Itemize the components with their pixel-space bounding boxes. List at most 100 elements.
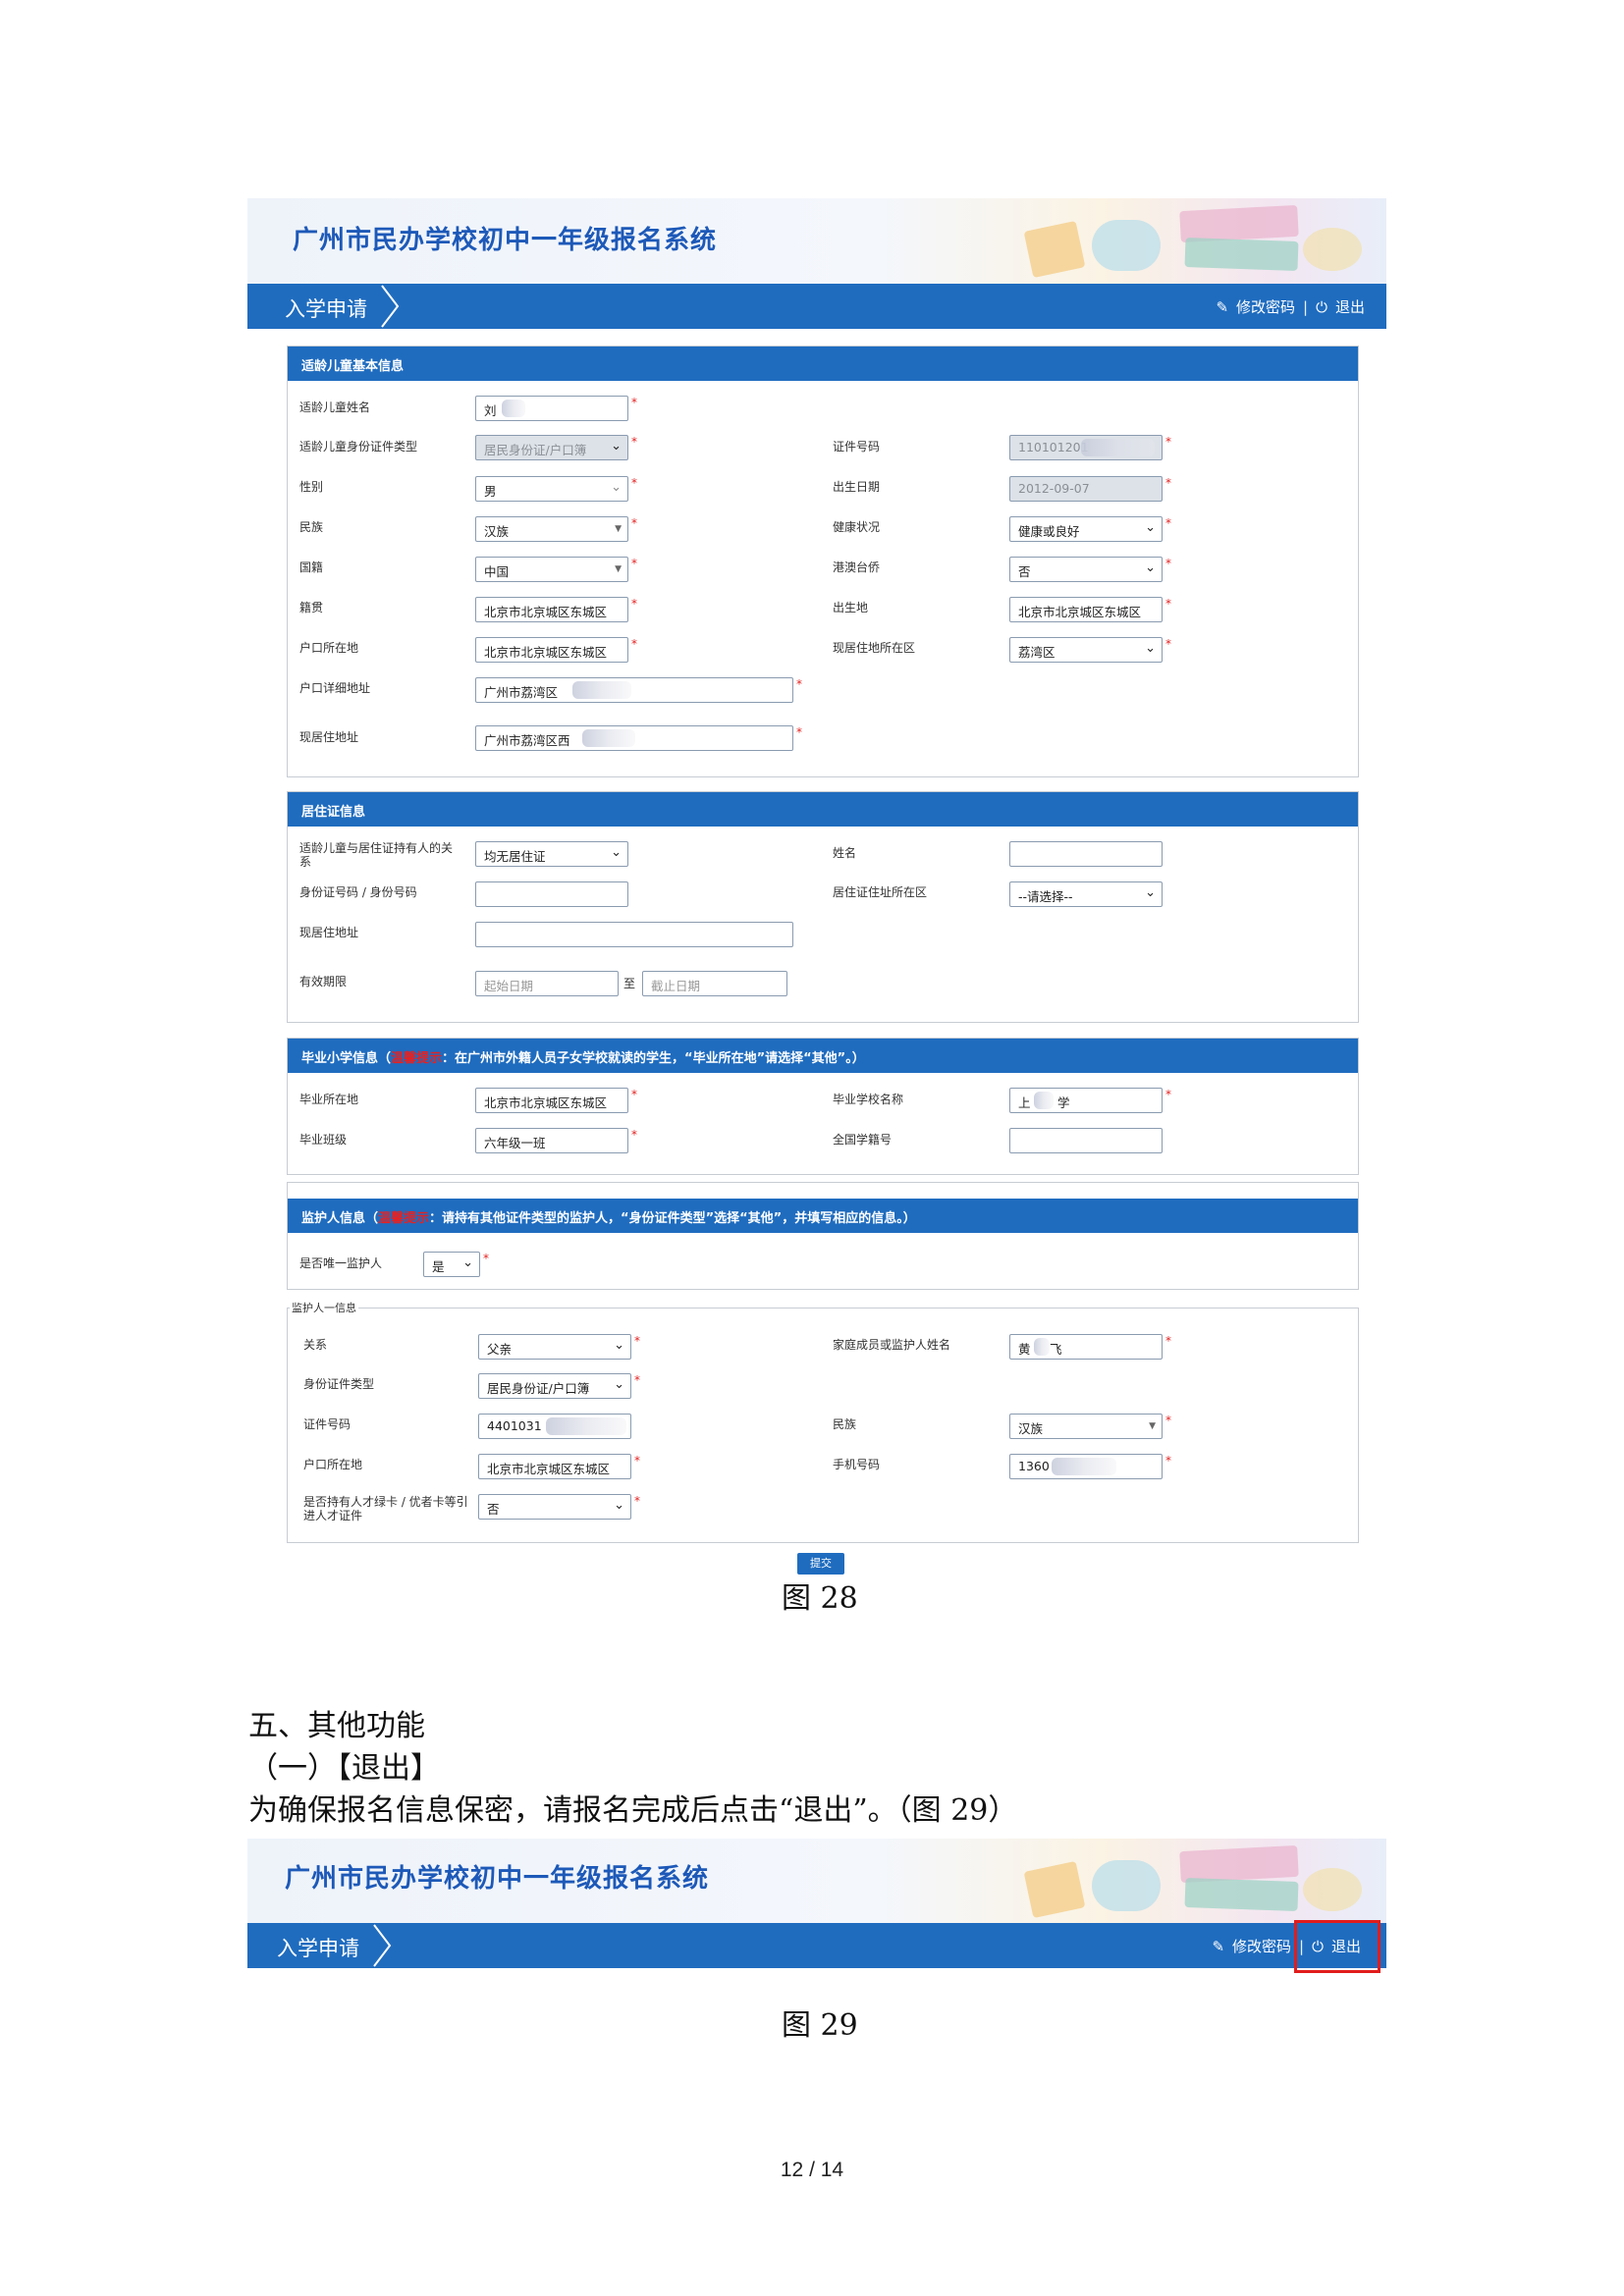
- navbar-2: 入学申请 ✎ 修改密码 | ⏻ 退出: [247, 1923, 1386, 1968]
- birth-date-label: 出生日期: [833, 480, 881, 494]
- guardian-info-header: 监护人信息（温馨提示：请持有其他证件类型的监护人，“身份证件类型”选择“其他”，…: [288, 1199, 1358, 1233]
- student-no-label: 全国学籍号: [833, 1133, 893, 1147]
- permit-district-select[interactable]: --请选择-- ⌄: [1009, 881, 1163, 907]
- guardian-one-group: 监护人一信息 关系 父亲 ⌄ * 家庭成员或监护人姓名 黄飞 * 身份证件类型 居…: [287, 1300, 1359, 1543]
- pencil-icon: ✎: [1212, 1937, 1225, 1955]
- chevron-right-icon: [381, 285, 400, 328]
- residence-district-select[interactable]: 荔湾区 ⌄: [1009, 637, 1163, 663]
- permit-address-label: 现居住地址: [299, 926, 359, 939]
- permit-address-input[interactable]: [475, 922, 793, 947]
- grad-class-label: 毕业班级: [299, 1133, 348, 1147]
- grad-location-input[interactable]: 北京市北京城区东城区: [475, 1088, 628, 1113]
- permit-id-input[interactable]: [475, 881, 628, 907]
- residence-address-input[interactable]: 广州市荔湾区西: [475, 725, 793, 751]
- screenshot-fig29: 广州市民办学校初中一年级报名系统 入学申请 ✎ 修改密码 | ⏻ 退出: [247, 1839, 1386, 1973]
- g-member-label: 家庭成员或监护人姓名: [833, 1338, 951, 1352]
- system-title-2: 广州市民办学校初中一年级报名系统: [285, 1864, 710, 1894]
- logout-link[interactable]: 退出: [1335, 296, 1365, 317]
- hukou-address-input[interactable]: 广州市荔湾区: [475, 677, 793, 703]
- origin-input[interactable]: 北京市北京城区东城区: [475, 597, 628, 622]
- g-id-type-select[interactable]: 居民身份证/户口簿 ⌄: [478, 1373, 631, 1399]
- only-guardian-select[interactable]: 是 ⌄: [423, 1252, 480, 1277]
- permit-name-input[interactable]: [1009, 841, 1163, 867]
- g-hukou-input[interactable]: 北京市北京城区东城区: [478, 1454, 631, 1479]
- permit-relation-select[interactable]: 均无居住证 ⌄: [475, 841, 628, 867]
- g-talent-label: 是否持有人才绿卡 / 优者卡等引进人才证件: [303, 1495, 468, 1522]
- ethnic-select[interactable]: 汉族 ▼: [475, 516, 628, 542]
- birth-date-input[interactable]: 2012-09-07: [1009, 476, 1163, 502]
- nationality-label: 国籍: [299, 561, 324, 574]
- hmt-select[interactable]: 否 ⌄: [1009, 557, 1163, 582]
- child-name-input[interactable]: 刘: [475, 396, 628, 421]
- submit-button[interactable]: 提交: [797, 1553, 844, 1575]
- school-info-panel: 毕业小学信息（温馨提示：在广州市外籍人员子女学校就读的学生，“毕业所在地”请选择…: [287, 1038, 1359, 1175]
- tab-enrollment[interactable]: 入学申请: [285, 294, 367, 323]
- child-info-panel: 适龄儿童基本信息 适龄儿童姓名 刘 * 适龄儿童身份证件类型 居民身份证/户口簿…: [287, 346, 1359, 777]
- g-id-no-label: 证件号码: [303, 1417, 352, 1431]
- child-id-type-select[interactable]: 居民身份证/户口簿 ⌄: [475, 435, 628, 460]
- hukou-address-label: 户口详细地址: [299, 681, 371, 695]
- g-member-input[interactable]: 黄飞: [1009, 1334, 1163, 1360]
- hukou-label: 户口所在地: [299, 641, 359, 655]
- residence-district-label: 现居住地所在区: [833, 641, 916, 655]
- nav-separator: |: [1303, 297, 1309, 316]
- guardian-one-legend: 监护人一信息: [290, 1300, 358, 1315]
- child-name-label: 适龄儿童姓名: [299, 400, 371, 414]
- grad-school-input[interactable]: 上学: [1009, 1088, 1163, 1113]
- only-guardian-label: 是否唯一监护人: [299, 1256, 383, 1270]
- logout-highlight-box: [1294, 1920, 1380, 1973]
- permit-relation-label: 适龄儿童与居住证持有人的关系: [299, 841, 454, 869]
- permit-to-label: 至: [623, 977, 636, 990]
- grad-class-input[interactable]: 六年级一班: [475, 1128, 628, 1153]
- change-password-link[interactable]: 修改密码: [1236, 296, 1295, 317]
- permit-start-date-input[interactable]: 起始日期: [475, 971, 619, 996]
- g-talent-select[interactable]: 否 ⌄: [478, 1494, 631, 1520]
- g-id-no-input[interactable]: 4401031: [478, 1414, 631, 1439]
- screenshot-fig28: 广州市民办学校初中一年级报名系统 入学申请 ✎ 修改密码 | ⏻ 退出 适龄儿童…: [247, 198, 1386, 1577]
- g-phone-label: 手机号码: [833, 1458, 881, 1471]
- system-banner: 广州市民办学校初中一年级报名系统: [247, 198, 1386, 284]
- section-title: 五、其他功能: [248, 1709, 425, 1743]
- birthplace-input[interactable]: 北京市北京城区东城区: [1009, 597, 1163, 622]
- g-ethnic-label: 民族: [833, 1417, 857, 1431]
- health-select[interactable]: 健康或良好 ⌄: [1009, 516, 1163, 542]
- student-no-input[interactable]: [1009, 1128, 1163, 1153]
- g-hukou-label: 户口所在地: [303, 1458, 363, 1471]
- permit-validity-label: 有效期限: [299, 975, 348, 988]
- figure-28-caption: 图 28: [782, 1581, 858, 1616]
- child-info-header: 适龄儿童基本信息: [288, 347, 1358, 381]
- residence-address-label: 现居住地址: [299, 730, 359, 744]
- system-banner-2: 广州市民办学校初中一年级报名系统: [247, 1839, 1386, 1923]
- g-relation-label: 关系: [303, 1338, 328, 1352]
- permit-id-label: 身份证号码 / 身份号码: [299, 885, 417, 899]
- origin-label: 籍贯: [299, 601, 324, 614]
- health-label: 健康状况: [833, 520, 881, 534]
- change-password-link-2[interactable]: 修改密码: [1232, 1936, 1291, 1956]
- permit-info-header: 居住证信息: [288, 792, 1358, 827]
- system-title: 广州市民办学校初中一年级报名系统: [293, 226, 718, 255]
- g-phone-input[interactable]: 1360: [1009, 1454, 1163, 1479]
- paragraph: 为确保报名信息保密，请报名完成后点击“退出”。（图 29）: [248, 1793, 1018, 1828]
- page-number: 12 / 14: [780, 2159, 844, 2181]
- g-id-type-label: 身份证件类型: [303, 1377, 375, 1391]
- g-ethnic-select[interactable]: 汉族 ▼: [1009, 1414, 1163, 1439]
- g-relation-select[interactable]: 父亲 ⌄: [478, 1334, 631, 1360]
- grad-location-label: 毕业所在地: [299, 1093, 359, 1106]
- subsection-title: （一）【退出】: [248, 1751, 440, 1786]
- tab-enrollment-2[interactable]: 入学申请: [277, 1933, 359, 1962]
- ethnic-label: 民族: [299, 520, 324, 534]
- hmt-label: 港澳台侨: [833, 561, 881, 574]
- grad-school-label: 毕业学校名称: [833, 1093, 904, 1106]
- school-info-header: 毕业小学信息（温馨提示：在广州市外籍人员子女学校就读的学生，“毕业所在地”请选择…: [288, 1039, 1358, 1073]
- guardian-info-panel: 监护人信息（温馨提示：请持有其他证件类型的监护人，“身份证件类型”选择“其他”，…: [287, 1182, 1359, 1290]
- child-id-no-input[interactable]: 110101201: [1009, 435, 1163, 460]
- figure-29-caption: 图 29: [782, 2008, 858, 2043]
- pencil-icon: ✎: [1216, 297, 1229, 316]
- permit-end-date-input[interactable]: 截止日期: [642, 971, 787, 996]
- nationality-select[interactable]: 中国 ▼: [475, 557, 628, 582]
- birthplace-label: 出生地: [833, 601, 869, 614]
- power-icon: ⏻: [1316, 297, 1327, 316]
- gender-select[interactable]: 男 ⌄: [475, 476, 628, 502]
- hukou-input[interactable]: 北京市北京城区东城区: [475, 637, 628, 663]
- permit-name-label: 姓名: [833, 846, 857, 860]
